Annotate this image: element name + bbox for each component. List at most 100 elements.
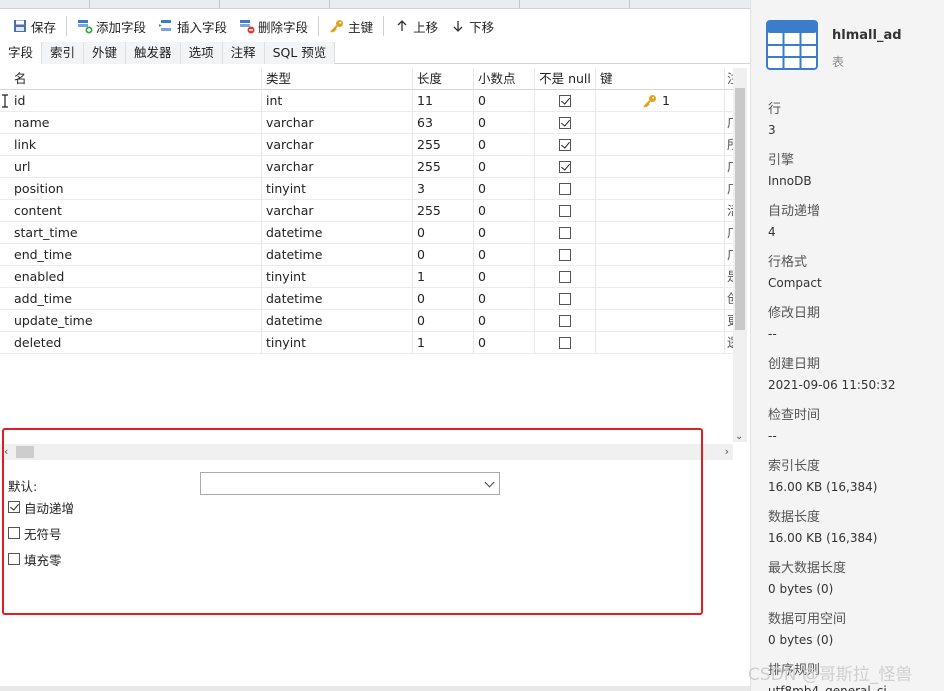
- header-comment[interactable]: 注: [725, 68, 733, 90]
- cell-decimals[interactable]: 0: [474, 266, 535, 288]
- table-row[interactable]: contentvarchar2550 活: [0, 200, 733, 222]
- cell-not-null[interactable]: [535, 178, 596, 200]
- header-name[interactable]: 名: [10, 68, 262, 90]
- cell-name[interactable]: start_time: [10, 222, 262, 244]
- cell-key[interactable]: [596, 310, 725, 332]
- cell-decimals[interactable]: 0: [474, 134, 535, 156]
- row-selector[interactable]: [0, 156, 10, 178]
- cell-type[interactable]: varchar: [262, 112, 413, 134]
- cell-not-null[interactable]: [535, 332, 596, 354]
- table-row[interactable]: end_timedatetime00广: [0, 244, 733, 266]
- table-row[interactable]: update_timedatetime00更: [0, 310, 733, 332]
- cell-length[interactable]: 0: [413, 222, 474, 244]
- cell-comment[interactable]: 广: [725, 222, 733, 244]
- table-row[interactable]: positiontinyint30 广: [0, 178, 733, 200]
- row-selector[interactable]: [0, 112, 10, 134]
- not-null-checkbox[interactable]: [559, 182, 571, 195]
- cell-key[interactable]: [596, 134, 725, 156]
- cell-comment[interactable]: 逻: [725, 332, 733, 354]
- cell-key[interactable]: [596, 222, 725, 244]
- tab-stub[interactable]: [120, 0, 220, 8]
- tab-indexes[interactable]: 索引: [42, 42, 85, 64]
- header-decimals[interactable]: 小数点: [474, 68, 535, 90]
- primary-key-button[interactable]: 主键: [323, 14, 379, 38]
- cell-comment[interactable]: 更: [725, 310, 733, 332]
- scroll-down-icon[interactable]: ⌄: [735, 431, 743, 442]
- unsigned-box[interactable]: [8, 526, 20, 539]
- cell-not-null[interactable]: [535, 222, 596, 244]
- tab-stub[interactable]: [530, 0, 630, 8]
- cell-length[interactable]: 3: [413, 178, 474, 200]
- tab-sql-preview[interactable]: SQL 预览: [264, 42, 336, 64]
- cell-name[interactable]: id: [10, 90, 262, 112]
- scroll-thumb[interactable]: [735, 88, 745, 330]
- cell-type[interactable]: tinyint: [262, 266, 413, 288]
- cell-not-null[interactable]: [535, 156, 596, 178]
- cell-decimals[interactable]: 0: [474, 90, 535, 112]
- cell-comment[interactable]: 是: [725, 266, 733, 288]
- cell-type[interactable]: int: [262, 90, 413, 112]
- not-null-checkbox[interactable]: [559, 226, 571, 239]
- table-row[interactable]: enabledtinyint10 是: [0, 266, 733, 288]
- add-field-button[interactable]: 添加字段: [71, 14, 152, 38]
- not-null-checkbox[interactable]: [559, 314, 571, 327]
- cell-key[interactable]: [596, 112, 725, 134]
- not-null-checkbox[interactable]: [559, 94, 571, 107]
- tab-foreign-keys[interactable]: 外键: [84, 42, 127, 64]
- cell-comment[interactable]: 广: [725, 244, 733, 266]
- cell-name[interactable]: update_time: [10, 310, 262, 332]
- cell-length[interactable]: 255: [413, 134, 474, 156]
- cell-not-null[interactable]: [535, 244, 596, 266]
- cell-type[interactable]: datetime: [262, 288, 413, 310]
- scroll-left-icon[interactable]: ‹: [4, 445, 8, 458]
- save-button[interactable]: 保存: [6, 14, 62, 38]
- row-selector[interactable]: [0, 134, 10, 156]
- cell-key[interactable]: [596, 178, 725, 200]
- table-row[interactable]: add_timedatetime00创: [0, 288, 733, 310]
- grid-horizontal-scrollbar[interactable]: ‹ ›: [0, 444, 733, 460]
- cell-comment[interactable]: 所: [725, 134, 733, 156]
- tab-fields[interactable]: 字段: [0, 42, 43, 64]
- not-null-checkbox[interactable]: [559, 138, 571, 151]
- row-selector[interactable]: [0, 244, 10, 266]
- cell-comment[interactable]: 广: [725, 112, 733, 134]
- table-row[interactable]: deletedtinyint10 逻: [0, 332, 733, 354]
- cell-length[interactable]: 11: [413, 90, 474, 112]
- row-selector[interactable]: [0, 266, 10, 288]
- cell-length[interactable]: 0: [413, 310, 474, 332]
- cell-comment[interactable]: 创: [725, 288, 733, 310]
- not-null-checkbox[interactable]: [559, 270, 571, 283]
- cell-name[interactable]: deleted: [10, 332, 262, 354]
- table-row[interactable]: linkvarchar2550 所: [0, 134, 733, 156]
- cell-comment[interactable]: 广: [725, 156, 733, 178]
- cell-type[interactable]: datetime: [262, 244, 413, 266]
- move-down-button[interactable]: 下移: [444, 14, 500, 38]
- default-value-select[interactable]: [200, 472, 500, 495]
- row-selector[interactable]: [0, 332, 10, 354]
- table-row[interactable]: urlvarchar2550 广: [0, 156, 733, 178]
- row-selector[interactable]: [0, 200, 10, 222]
- cell-not-null[interactable]: [535, 310, 596, 332]
- auto-increment-checkbox[interactable]: 自动递增: [8, 498, 74, 517]
- header-not-null[interactable]: 不是 null: [535, 68, 596, 90]
- cell-not-null[interactable]: [535, 288, 596, 310]
- header-key[interactable]: 键: [596, 68, 725, 90]
- tab-comment[interactable]: 注释: [222, 42, 265, 64]
- not-null-checkbox[interactable]: [559, 204, 571, 217]
- cell-key[interactable]: [596, 200, 725, 222]
- cell-key[interactable]: [596, 266, 725, 288]
- cell-name[interactable]: position: [10, 178, 262, 200]
- zerofill-box[interactable]: [8, 552, 20, 565]
- cell-key[interactable]: [596, 244, 725, 266]
- cell-decimals[interactable]: 0: [474, 288, 535, 310]
- cell-key[interactable]: [596, 332, 725, 354]
- table-row[interactable]: start_timedatetime00广: [0, 222, 733, 244]
- cell-comment[interactable]: 广: [725, 178, 733, 200]
- cell-length[interactable]: 0: [413, 244, 474, 266]
- cell-key[interactable]: [596, 288, 725, 310]
- header-length[interactable]: 长度: [413, 68, 474, 90]
- tab-stub[interactable]: [420, 0, 520, 8]
- cell-name[interactable]: end_time: [10, 244, 262, 266]
- scroll-right-icon[interactable]: ›: [725, 445, 729, 458]
- cell-length[interactable]: 63: [413, 112, 474, 134]
